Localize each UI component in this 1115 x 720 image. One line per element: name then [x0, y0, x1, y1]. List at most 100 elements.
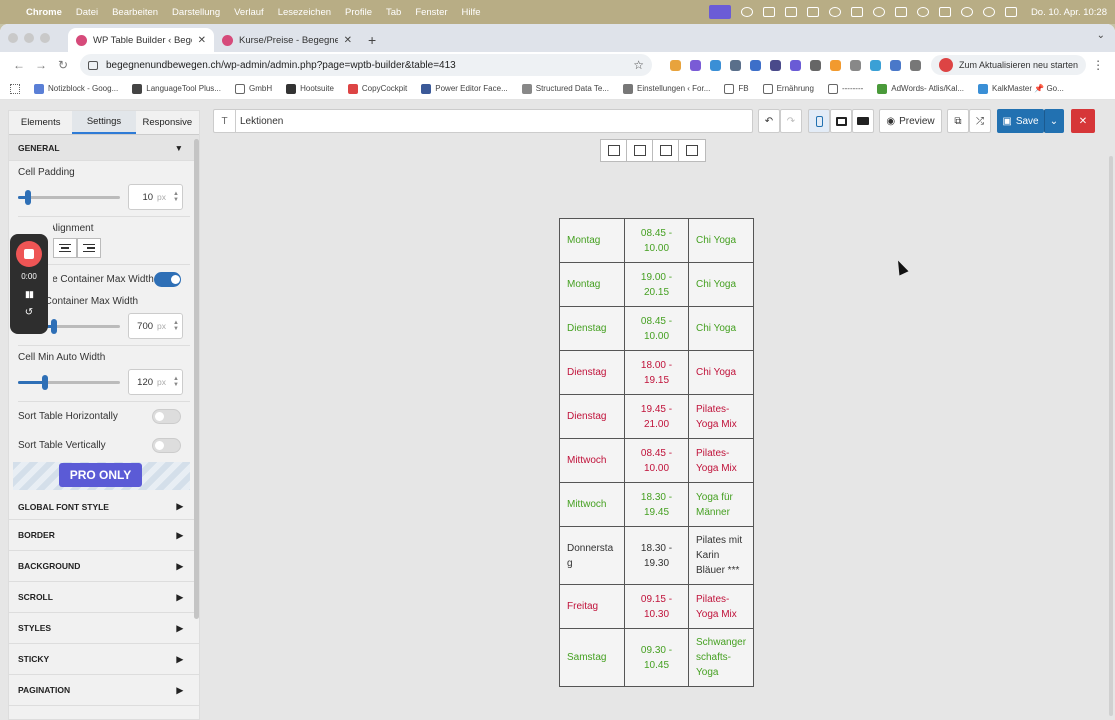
bookmark-item[interactable]: LanguageTool Plus...	[132, 83, 221, 94]
extension-icon[interactable]	[770, 59, 781, 71]
bookmark-item[interactable]: Notizblock - Goog...	[34, 83, 118, 94]
bookmark-item[interactable]: CopyCockpit	[347, 83, 407, 94]
table-cell[interactable]: 18.00 - 19.15	[624, 350, 689, 395]
table-cell[interactable]: Pilates- Yoga Mix	[687, 438, 755, 483]
section-styles[interactable]: STYLES ▶	[9, 613, 199, 644]
slider-handle[interactable]	[25, 189, 32, 205]
mobile-view-button[interactable]	[808, 109, 830, 133]
bookmark-folder[interactable]: GmbH	[234, 83, 272, 94]
table-cell[interactable]: 19.00 - 20.15	[624, 262, 689, 307]
slider-handle[interactable]	[41, 374, 48, 390]
browser-tab[interactable]: Kurse/Preise - Begegnen&Be ✕	[214, 28, 360, 52]
reload-icon[interactable]: ↻	[52, 58, 74, 72]
omnibox[interactable]: begegnenundbewegen.ch/wp-admin/admin.php…	[80, 54, 652, 76]
forward-icon[interactable]: →	[30, 58, 52, 72]
section-sticky[interactable]: STICKY ▶	[9, 644, 199, 675]
align-center-button[interactable]	[53, 238, 77, 258]
shuffle-button[interactable]: ⤮	[969, 109, 991, 133]
section-pagination[interactable]: PAGINATION ▶	[9, 675, 199, 706]
section-scroll[interactable]: SCROLL ▶	[9, 582, 199, 613]
drive-icon[interactable]	[806, 7, 819, 17]
update-relaunch-button[interactable]: Zum Aktualisieren neu starten	[931, 55, 1087, 75]
menu-lesezeichen[interactable]: Lesezeichen	[278, 7, 331, 18]
container-max-width-toggle[interactable]	[153, 272, 181, 287]
window-icon[interactable]	[850, 7, 863, 17]
section-general[interactable]: GENERAL ▼	[9, 135, 199, 161]
table-row[interactable]: Dienstag 19.45 - 21.00 Pilates- Yoga Mix	[559, 394, 755, 439]
table-cell[interactable]: 09.30 - 10.45	[624, 628, 689, 687]
sort-horizontal-toggle[interactable]	[152, 409, 181, 424]
screen-recorder-icon[interactable]	[708, 5, 731, 19]
menu-app[interactable]: Chrome	[26, 7, 62, 18]
wifi-icon[interactable]	[960, 7, 973, 17]
new-tab-icon[interactable]: +	[368, 28, 376, 52]
pro-only-badge[interactable]: PRO ONLY	[59, 463, 142, 487]
spinner-icon[interactable]: ▲ ▼	[173, 191, 179, 203]
table-cell[interactable]: Yoga für Männer	[687, 482, 755, 527]
bookmark-folder[interactable]: Ernährung	[762, 83, 814, 94]
table-cell[interactable]: 19.45 - 21.00	[624, 394, 689, 439]
table-cell[interactable]: Montag	[559, 218, 625, 263]
align-right-button[interactable]	[77, 238, 101, 258]
embed-button[interactable]: ⧉	[947, 109, 969, 133]
table-cell[interactable]: Pilates- Yoga Mix	[687, 394, 755, 439]
table-row[interactable]: Montag 19.00 - 20.15 Chi Yoga	[559, 262, 755, 307]
bookmark-item[interactable]: Einstellungen ‹ For...	[622, 83, 710, 94]
cell-padding-slider[interactable]	[18, 189, 120, 205]
pause-icon[interactable]: ▮▮	[25, 289, 34, 300]
minimize-window-icon[interactable]	[24, 33, 34, 43]
table-cell[interactable]: Mittwoch	[559, 482, 625, 527]
bookmark-item[interactable]: Structured Data Te...	[521, 83, 609, 94]
sort-vertical-toggle[interactable]	[152, 438, 181, 453]
close-tab-icon[interactable]: ✕	[198, 35, 206, 46]
insert-row-below-button[interactable]	[679, 140, 705, 161]
extension-icon[interactable]	[790, 59, 801, 71]
insert-column-left-button[interactable]	[601, 140, 627, 161]
table-cell[interactable]: Samstag	[559, 628, 625, 687]
apps-grid-icon[interactable]	[10, 83, 20, 94]
cell-padding-input[interactable]: 10 px ▲ ▼	[128, 184, 183, 210]
bookmark-item[interactable]: Hootsuite	[286, 83, 334, 94]
menu-fenster[interactable]: Fenster	[415, 7, 447, 18]
menu-bearbeiten[interactable]: Bearbeiten	[112, 7, 158, 18]
table-row[interactable]: Donnersta g 18.30 - 19.30 Pilates mit Kari…	[559, 526, 755, 585]
table-cell[interactable]: 18.30 - 19.30	[624, 526, 689, 585]
insert-row-above-button[interactable]	[653, 140, 679, 161]
restart-icon[interactable]: ↺	[25, 307, 33, 318]
dropbox-icon[interactable]	[762, 7, 775, 17]
zoom-window-icon[interactable]	[40, 33, 50, 43]
cell-min-width-input[interactable]: 120 px ▲ ▼	[128, 369, 183, 395]
extension-icon[interactable]	[730, 59, 741, 71]
browser-tab-active[interactable]: WP Table Builder ‹ Begegnen ✕	[68, 28, 214, 52]
slider-handle[interactable]	[50, 318, 57, 334]
table-row[interactable]: Dienstag 18.00 - 19.15 Chi Yoga	[559, 350, 755, 395]
extension-icon[interactable]	[850, 59, 861, 71]
tab-search-chevron-icon[interactable]: ⌄	[1097, 30, 1105, 41]
menu-tab[interactable]: Tab	[386, 7, 401, 18]
bookmark-item[interactable]: KalkMaster 📌 Go...	[978, 83, 1064, 94]
close-window-icon[interactable]	[8, 33, 18, 43]
page-scrollbar[interactable]	[1109, 156, 1113, 716]
extension-icon[interactable]	[870, 59, 881, 71]
table-cell[interactable]: Schwanger schafts- Yoga	[687, 628, 755, 687]
more-menu-icon[interactable]: ⋮	[1092, 58, 1104, 72]
save-options-button[interactable]: ⌄	[1044, 109, 1064, 133]
battery-icon[interactable]	[938, 7, 951, 17]
url-text[interactable]: begegnenundbewegen.ch/wp-admin/admin.php…	[106, 60, 633, 71]
table-row[interactable]: Montag 08.45 - 10.00 Chi Yoga	[559, 218, 755, 263]
table-cell[interactable]: Chi Yoga	[687, 306, 755, 351]
stop-recording-button[interactable]	[16, 241, 42, 267]
bookmark-item[interactable]: Power Editor Face...	[421, 83, 508, 94]
extension-icon[interactable]	[830, 59, 841, 71]
table-cell[interactable]: Dienstag	[559, 394, 625, 439]
section-background[interactable]: BACKGROUND ▶	[9, 551, 199, 582]
tab-elements[interactable]: Elements	[9, 111, 72, 134]
table-cell[interactable]: 08.45 - 10.00	[624, 306, 689, 351]
undo-button[interactable]: ↶	[758, 109, 780, 133]
table-cell[interactable]: Chi Yoga	[687, 350, 755, 395]
bookmark-star-icon[interactable]: ☆	[633, 58, 644, 72]
spinner-icon[interactable]: ▲ ▼	[173, 376, 179, 388]
desktop-view-button[interactable]	[852, 109, 874, 133]
display-icon[interactable]	[894, 7, 907, 17]
extension-icon[interactable]	[670, 59, 681, 71]
